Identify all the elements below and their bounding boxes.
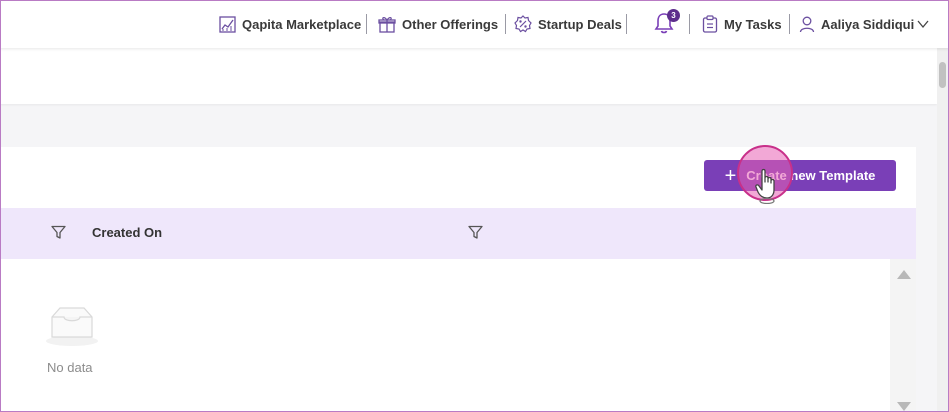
table-body — [0, 259, 890, 412]
notifications-button[interactable]: 3 — [654, 9, 680, 36]
nav-label: Startup Deals — [538, 16, 622, 32]
user-icon — [799, 16, 815, 32]
column-header-created-on[interactable]: Created On — [92, 225, 162, 240]
percent-badge-icon — [514, 15, 532, 33]
chart-icon — [219, 15, 236, 33]
nav-divider — [505, 14, 506, 34]
user-name: Aaliya Siddiqui — [821, 16, 915, 32]
nav-divider — [626, 14, 627, 34]
empty-state-text: No data — [47, 360, 93, 375]
filter-icon[interactable] — [468, 225, 483, 240]
table-scrollbar[interactable] — [890, 259, 916, 412]
nav-divider — [789, 14, 790, 34]
top-navigation-bar: Qapita Marketplace Other Offerings Start… — [0, 0, 949, 48]
nav-my-tasks[interactable]: My Tasks — [702, 13, 782, 35]
nav-label: My Tasks — [724, 16, 782, 32]
page-scrollbar[interactable] — [937, 48, 949, 412]
user-menu[interactable]: Aaliya Siddiqui — [799, 13, 929, 35]
notification-count-badge: 3 — [667, 9, 680, 22]
chevron-down-icon — [917, 20, 929, 29]
nav-label: Qapita Marketplace — [242, 16, 362, 32]
nav-divider — [366, 14, 367, 34]
page-subheader — [0, 48, 937, 104]
scrollbar-thumb[interactable] — [939, 62, 946, 88]
filter-icon[interactable] — [51, 225, 66, 240]
nav-divider — [689, 14, 690, 34]
plus-icon: + — [724, 164, 737, 187]
create-new-template-button[interactable]: + Create new Template — [704, 160, 896, 191]
gift-icon — [378, 17, 396, 33]
nav-startup-deals[interactable]: Startup Deals — [514, 13, 622, 35]
nav-label: Other Offerings — [402, 16, 499, 32]
scroll-down-arrow-icon[interactable] — [897, 402, 911, 411]
hand-pointer-icon — [755, 168, 775, 204]
table-header-row: Created On — [0, 208, 916, 259]
clipboard-icon — [702, 15, 718, 33]
nav-other-offerings[interactable]: Other Offerings — [378, 13, 498, 35]
empty-inbox-icon — [46, 307, 98, 346]
nav-qapita-marketplace[interactable]: Qapita Marketplace — [219, 13, 361, 35]
scroll-up-arrow-icon[interactable] — [897, 270, 911, 279]
